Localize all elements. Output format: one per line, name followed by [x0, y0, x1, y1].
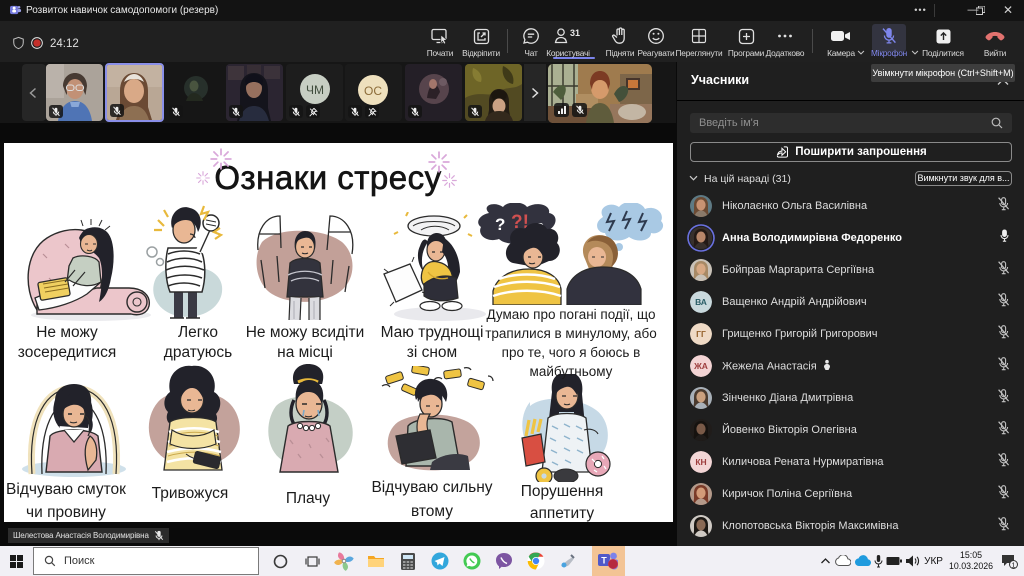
svg-text:ОС: ОС: [364, 84, 382, 98]
svg-text:31: 31: [570, 28, 580, 38]
svg-text:T: T: [601, 556, 607, 566]
svg-text:?: ?: [495, 215, 505, 234]
svg-text:1: 1: [1012, 562, 1016, 569]
svg-text:ЧМ: ЧМ: [306, 83, 324, 97]
